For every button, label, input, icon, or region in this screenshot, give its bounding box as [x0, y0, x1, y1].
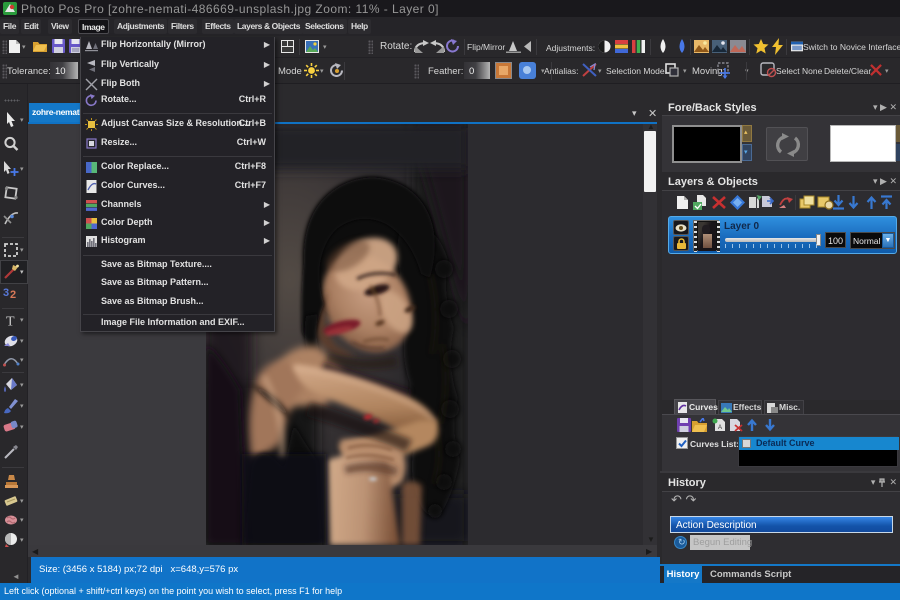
- svg-text:3: 3: [3, 287, 9, 299]
- svg-text:A: A: [718, 425, 722, 431]
- svg-text:T: T: [6, 315, 15, 329]
- svg-text:2: 2: [10, 289, 16, 300]
